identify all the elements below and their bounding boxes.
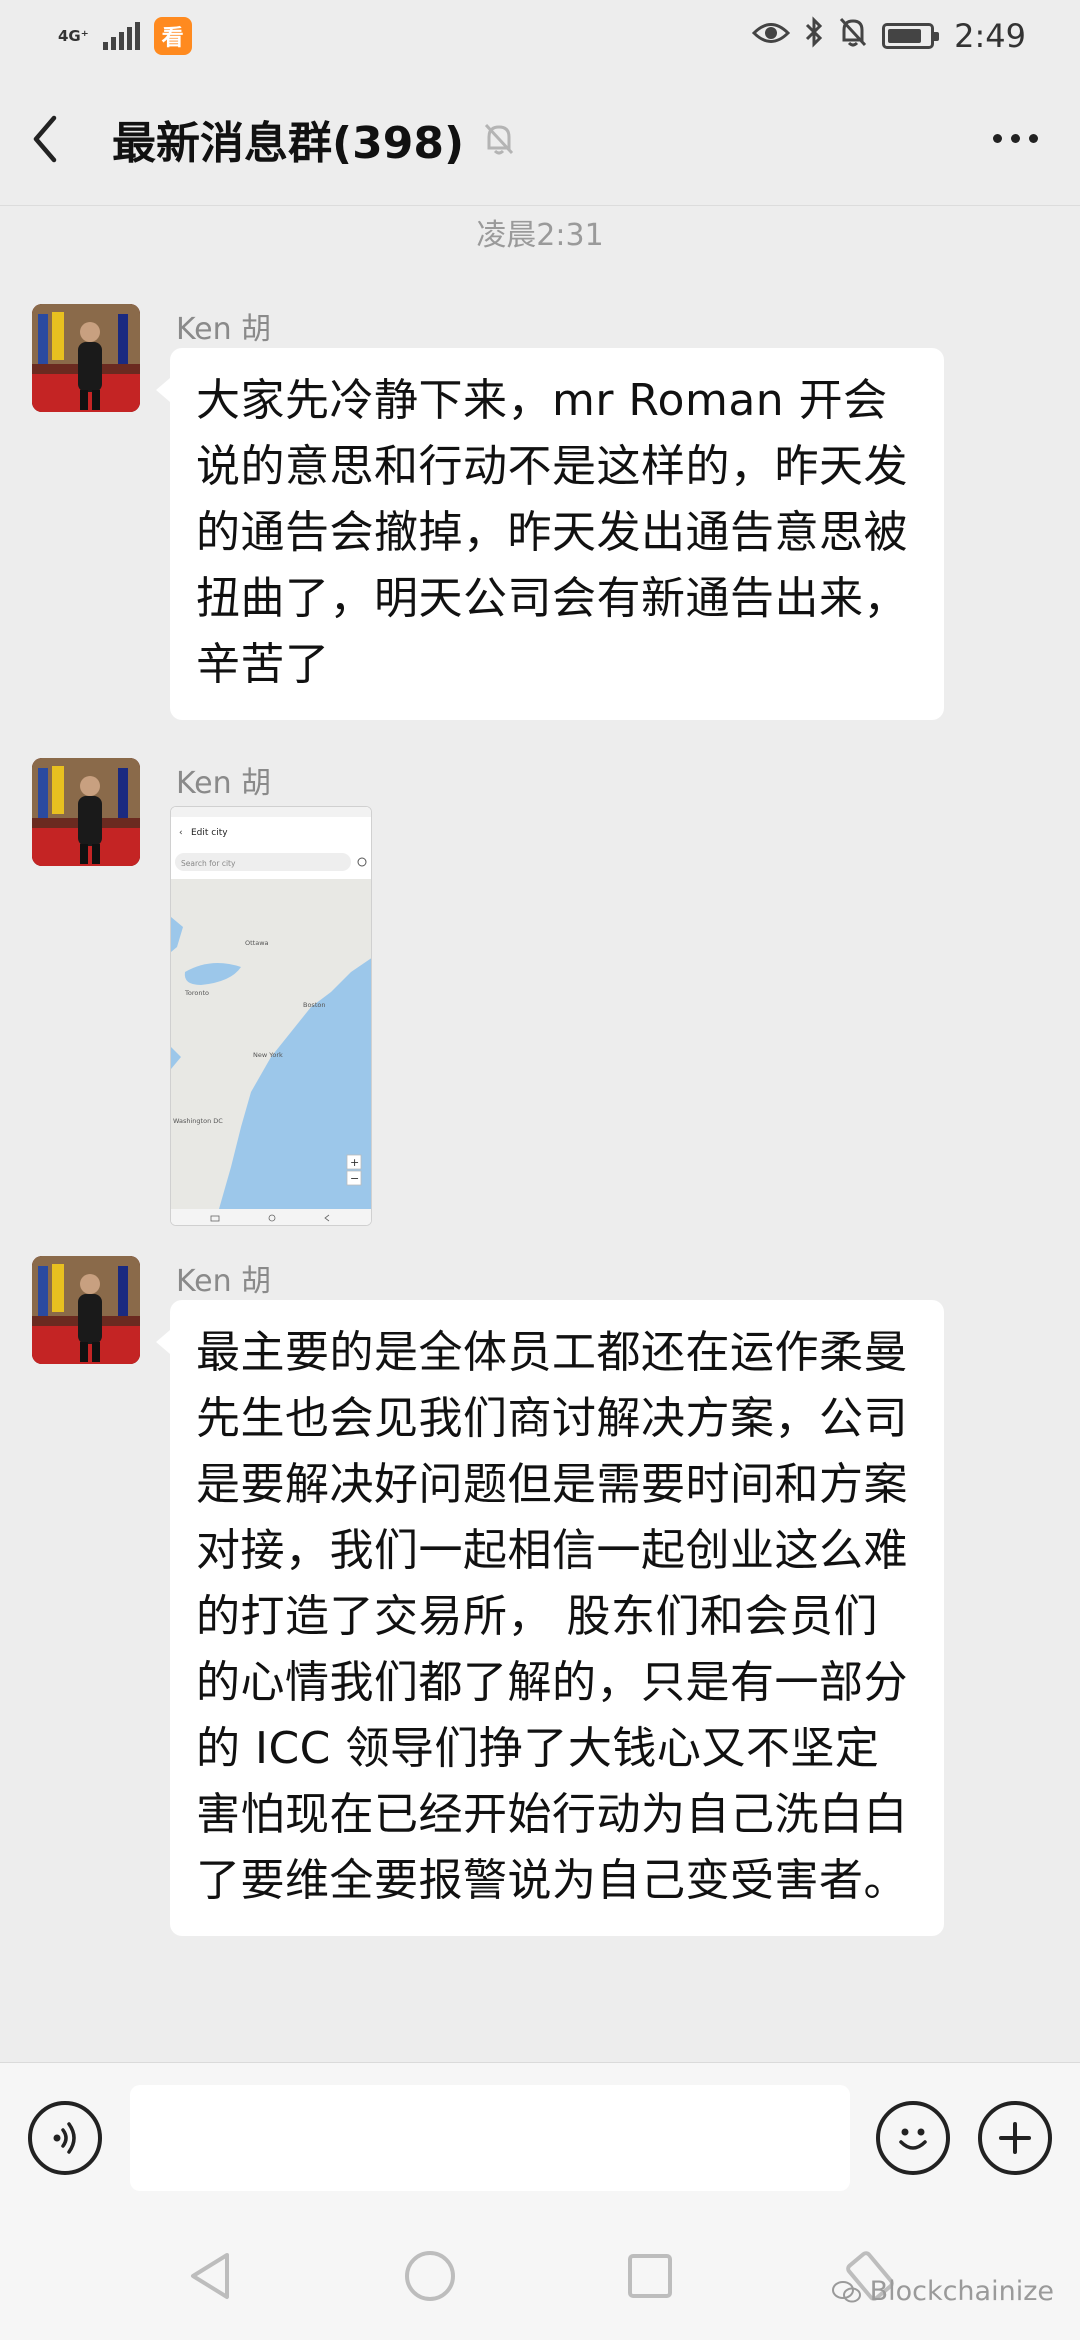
status-left: 4G⁺ 看 [58,17,192,55]
map-city-label: New York [253,1051,283,1059]
emoji-button[interactable] [876,2100,950,2175]
sender-name: Ken 胡 [176,766,272,801]
image-message[interactable]: ‹ Edit city Search for city Ottawa Toron… [170,806,372,1226]
message-bubble[interactable]: 大家先冷静下来，mr Roman 开会说的意思和行动不是这样的，昨天发的通告会撤… [156,348,944,720]
network-label: 4G⁺ [58,27,89,45]
bell-off-icon [838,16,868,56]
nav-home-button[interactable] [400,2246,460,2306]
map-screenshot-image: ‹ Edit city Search for city Ottawa Toron… [171,807,371,1225]
signal-icon [102,22,140,50]
battery-icon [882,23,940,49]
plus-icon [999,2121,1031,2154]
watermark-text: Blockchainize [869,2276,1054,2307]
wechat-icon [831,2280,861,2302]
image-header-text: Edit city [191,828,228,838]
app-badge-icon: 看 [153,17,192,55]
sender-name: Ken 胡 [176,1264,272,1299]
chat-header: 最新消息群(398) [0,72,1080,206]
message-bubble[interactable]: 最主要的是全体员工都还在运作柔曼先生也会见我们商讨解决方案，公司是要解决好问题但… [156,1300,944,1936]
time-divider: 凌晨2:31 [476,218,604,253]
status-bar: 4G⁺ 看 2:49 [0,0,1080,72]
map-city-label: Washington DC [173,1117,223,1125]
voice-button[interactable] [28,2100,102,2175]
chevron-left-icon [33,115,57,162]
watermark: Blockchainize [831,2276,1054,2307]
chat-title: 最新消息群(398) [112,117,465,169]
plus-button[interactable] [978,2100,1052,2175]
message-input[interactable] [130,2084,850,2191]
home-circle-icon [405,2251,455,2301]
avatar[interactable] [32,758,140,866]
nav-recents-button[interactable] [620,2246,680,2306]
status-right: 2:49 [752,16,1026,56]
avatar[interactable] [32,304,140,412]
more-dots-icon [992,134,1002,143]
voice-icon [53,2121,76,2154]
sender-name: Ken 胡 [176,312,272,347]
nav-back-button[interactable] [180,2246,240,2306]
avatar[interactable] [32,1256,140,1364]
svg-text:‹: ‹ [179,828,183,838]
map-zoom-in: + [350,1156,359,1169]
chat-screen: 4G⁺ 看 2:49 最新消息群(398) 凌晨2:31 Ken 胡 大家先冷静… [0,0,1080,2340]
bluetooth-icon [804,16,824,56]
recents-square-icon [628,2254,672,2298]
emoji-icon [899,2128,927,2150]
map-city-label: Ottawa [245,939,269,947]
bell-off-icon [482,119,522,159]
input-bar [0,2062,1080,2212]
image-search-text: Search for city [181,859,236,868]
status-time: 2:49 [954,17,1026,55]
more-options-button[interactable] [980,104,1050,174]
map-zoom-out: − [350,1172,359,1185]
back-triangle-icon [191,2253,229,2299]
map-city-label: Boston [303,1001,325,1009]
map-city-label: Toronto [184,989,209,997]
back-button[interactable] [30,99,90,179]
eye-icon [752,19,791,54]
